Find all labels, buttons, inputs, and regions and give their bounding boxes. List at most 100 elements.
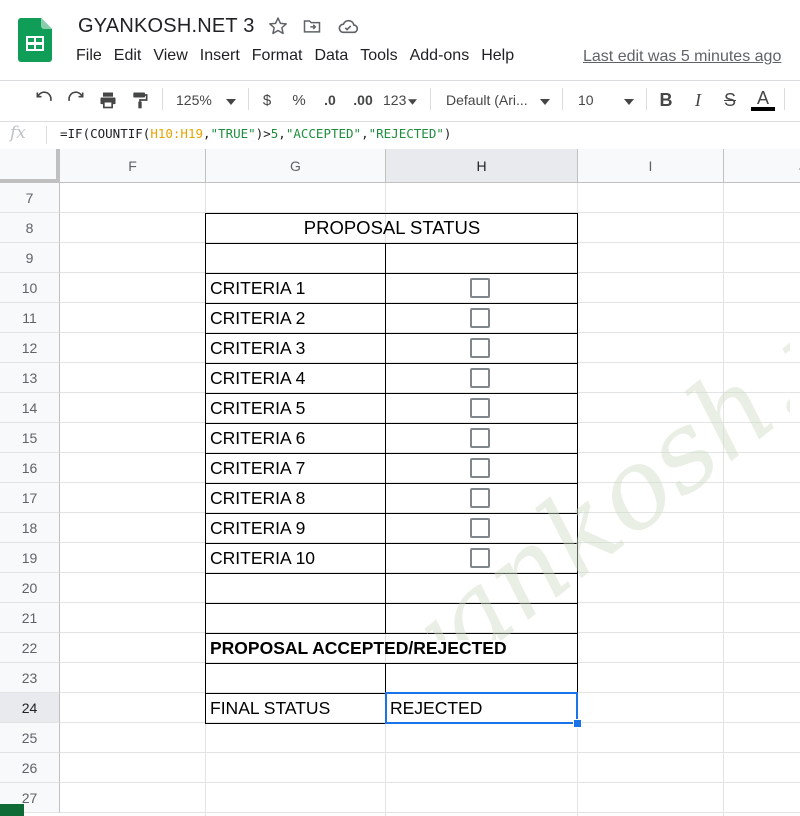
zoom-select[interactable]: 125% bbox=[176, 88, 240, 112]
criteria-label[interactable]: CRITERIA 9 bbox=[210, 513, 305, 543]
font-size-value: 10 bbox=[578, 92, 594, 108]
row-header-19[interactable]: 19 bbox=[0, 543, 60, 573]
column-header-h[interactable]: H bbox=[386, 149, 578, 183]
grid-row-line bbox=[60, 812, 800, 813]
row-header-15[interactable]: 15 bbox=[0, 423, 60, 453]
row-header-14[interactable]: 14 bbox=[0, 393, 60, 423]
criteria-label[interactable]: CRITERIA 2 bbox=[210, 303, 305, 333]
menu-bar: File Edit View Insert Format Data Tools … bbox=[76, 47, 526, 69]
row-header-22[interactable]: 22 bbox=[0, 633, 60, 663]
criteria-checkbox[interactable] bbox=[470, 428, 490, 448]
move-folder-icon[interactable] bbox=[300, 14, 324, 38]
column-header-f[interactable]: F bbox=[60, 149, 206, 183]
criteria-checkbox[interactable] bbox=[470, 548, 490, 568]
sheets-logo-icon[interactable] bbox=[18, 18, 52, 62]
row-header-26[interactable]: 26 bbox=[0, 753, 60, 783]
cloud-saved-icon[interactable] bbox=[336, 14, 360, 38]
row-header-25[interactable]: 25 bbox=[0, 723, 60, 753]
column-header-i[interactable]: I bbox=[578, 149, 724, 183]
criteria-checkbox[interactable] bbox=[470, 488, 490, 508]
table-border-h bbox=[205, 633, 578, 634]
menu-help[interactable]: Help bbox=[481, 47, 521, 69]
font-family-select[interactable]: Default (Ari... bbox=[446, 88, 554, 112]
sheet-tab-indicator bbox=[0, 804, 24, 816]
final-status-label[interactable]: FINAL STATUS bbox=[210, 693, 330, 723]
row-header-16[interactable]: 16 bbox=[0, 453, 60, 483]
table-border-h bbox=[205, 303, 578, 304]
formula-input[interactable]: =IF(COUNTIF(H10:H19,"TRUE")>5,"ACCEPTED"… bbox=[60, 126, 451, 141]
star-icon[interactable] bbox=[266, 14, 290, 38]
row-header-18[interactable]: 18 bbox=[0, 513, 60, 543]
grid-row-line bbox=[60, 782, 800, 783]
menu-data[interactable]: Data bbox=[314, 47, 355, 69]
row-header-17[interactable]: 17 bbox=[0, 483, 60, 513]
percent-button[interactable]: % bbox=[290, 88, 308, 112]
decrease-decimal-button[interactable]: .0 bbox=[318, 88, 342, 112]
table-border-h bbox=[205, 393, 578, 394]
criteria-checkbox[interactable] bbox=[470, 368, 490, 388]
print-icon[interactable] bbox=[96, 88, 120, 112]
menu-edit[interactable]: Edit bbox=[114, 47, 149, 69]
column-header-j[interactable]: J bbox=[724, 149, 800, 183]
bold-button[interactable]: B bbox=[656, 88, 676, 112]
row-header-24[interactable]: 24 bbox=[0, 693, 60, 723]
column-header-g[interactable]: G bbox=[206, 149, 386, 183]
italic-button[interactable]: I bbox=[688, 88, 708, 112]
row-header-7[interactable]: 7 bbox=[0, 183, 60, 213]
criteria-label[interactable]: CRITERIA 5 bbox=[210, 393, 305, 423]
menu-view[interactable]: View bbox=[153, 47, 194, 69]
criteria-label[interactable]: CRITERIA 3 bbox=[210, 333, 305, 363]
undo-icon[interactable] bbox=[32, 88, 56, 112]
criteria-checkbox[interactable] bbox=[470, 338, 490, 358]
menu-addons[interactable]: Add-ons bbox=[410, 47, 477, 69]
criteria-checkbox[interactable] bbox=[470, 278, 490, 298]
table-border-h bbox=[205, 423, 578, 424]
row-header-11[interactable]: 11 bbox=[0, 303, 60, 333]
formula-string: "ACCEPTED" bbox=[285, 126, 362, 141]
table-border-h bbox=[205, 243, 578, 244]
paint-format-icon[interactable] bbox=[128, 88, 152, 112]
last-edit-link[interactable]: Last edit was 5 minutes ago bbox=[583, 48, 781, 66]
text-color-button[interactable]: A bbox=[751, 88, 775, 112]
table-border-v bbox=[577, 213, 578, 723]
font-size-select[interactable]: 10 bbox=[578, 88, 638, 112]
document-title[interactable]: GYANKOSH.NET 3 bbox=[78, 15, 255, 38]
row-header-12[interactable]: 12 bbox=[0, 333, 60, 363]
fill-handle[interactable] bbox=[573, 719, 582, 728]
criteria-label[interactable]: CRITERIA 6 bbox=[210, 423, 305, 453]
criteria-checkbox[interactable] bbox=[470, 398, 490, 418]
selected-cell-outline bbox=[385, 692, 578, 724]
row-header-23[interactable]: 23 bbox=[0, 663, 60, 693]
redo-icon[interactable] bbox=[64, 88, 88, 112]
criteria-label[interactable]: CRITERIA 4 bbox=[210, 363, 305, 393]
table-border-h bbox=[205, 513, 578, 514]
menu-format[interactable]: Format bbox=[252, 47, 310, 69]
criteria-label[interactable]: CRITERIA 10 bbox=[210, 543, 315, 573]
menu-file[interactable]: File bbox=[76, 47, 109, 69]
toolbar-divider bbox=[562, 88, 563, 110]
chevron-down-icon bbox=[624, 92, 634, 108]
increase-decimal-button[interactable]: .00 bbox=[350, 88, 376, 112]
formula-text: , bbox=[361, 126, 369, 141]
row-header-13[interactable]: 13 bbox=[0, 363, 60, 393]
more-formats-select[interactable]: 123 bbox=[383, 88, 421, 112]
criteria-label[interactable]: CRITERIA 7 bbox=[210, 453, 305, 483]
strikethrough-button[interactable]: S bbox=[720, 88, 740, 112]
row-header-8[interactable]: 8 bbox=[0, 213, 60, 243]
criteria-checkbox[interactable] bbox=[470, 518, 490, 538]
menu-insert[interactable]: Insert bbox=[200, 47, 247, 69]
currency-button[interactable]: $ bbox=[258, 88, 276, 112]
proposal-status-heading[interactable]: PROPOSAL STATUS bbox=[206, 213, 578, 243]
criteria-checkbox[interactable] bbox=[470, 308, 490, 328]
row-header-9[interactable]: 9 bbox=[0, 243, 60, 273]
formula-text: , bbox=[278, 126, 286, 141]
criteria-checkbox[interactable] bbox=[470, 458, 490, 478]
menu-tools[interactable]: Tools bbox=[360, 47, 404, 69]
select-all-corner[interactable] bbox=[0, 149, 60, 183]
row-header-10[interactable]: 10 bbox=[0, 273, 60, 303]
proposal-accepted-rejected-label[interactable]: PROPOSAL ACCEPTED/REJECTED bbox=[210, 633, 507, 663]
criteria-label[interactable]: CRITERIA 8 bbox=[210, 483, 305, 513]
criteria-label[interactable]: CRITERIA 1 bbox=[210, 273, 305, 303]
row-header-21[interactable]: 21 bbox=[0, 603, 60, 633]
row-header-20[interactable]: 20 bbox=[0, 573, 60, 603]
